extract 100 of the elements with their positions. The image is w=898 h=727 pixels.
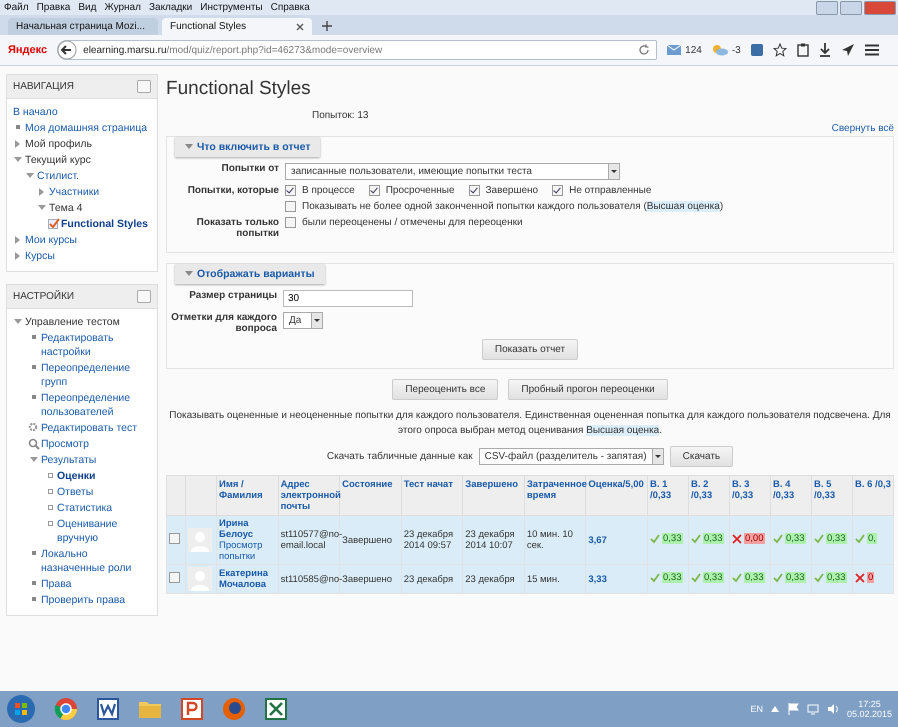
answer-score-link[interactable]: 0, [867,533,877,544]
mail-icon[interactable] [667,45,682,55]
marks-dropdown[interactable]: Да [283,312,323,329]
column-header[interactable]: Завершено [462,476,524,516]
nav-link[interactable]: Просмотр [41,437,153,451]
nav-link[interactable]: Стилист. [37,169,153,183]
answer-score-link[interactable]: 0,00 [744,533,764,544]
browser-taskbar-icon[interactable] [222,697,246,721]
presentation-app-icon[interactable] [180,697,204,721]
column-header[interactable]: В. 1 /0,33 [648,476,688,516]
nav-link[interactable]: Оценивание вручную [57,517,153,545]
nav-link[interactable]: Ответы [57,485,153,499]
nav-link[interactable]: Моя домашняя страница [25,121,153,135]
answer-score-link[interactable]: 0,33 [703,533,724,544]
nav-link[interactable]: Права [41,577,153,591]
nav-link[interactable]: Редактировать тест [41,421,153,435]
menu-item[interactable]: Инструменты [200,2,263,13]
checkbox[interactable] [368,185,380,196]
restore-icon[interactable] [840,0,862,14]
nav-link[interactable]: Результаты [41,453,153,467]
weather-icon[interactable] [712,44,728,56]
attempts-dropdown[interactable]: записанные пользователи, имеющие попытки теста [285,163,620,180]
nav-link[interactable]: Переопределение групп [41,361,153,389]
star-icon[interactable] [772,43,787,57]
column-header[interactable]: Состояние [340,476,402,516]
answer-score-link[interactable]: 0,33 [826,533,846,544]
dock-icon[interactable] [137,290,151,303]
download-button[interactable]: Скачать [670,446,734,467]
menu-item[interactable]: Журнал [104,2,141,13]
row-checkbox[interactable] [169,572,180,583]
answer-score-link[interactable]: 0,33 [703,572,724,584]
column-header[interactable]: В. 3 /0,33 [730,476,770,516]
nav-link[interactable]: Локально назначенные роли [41,547,153,575]
checkbox[interactable] [468,185,480,196]
nav-link[interactable]: В начало [13,105,153,119]
menu-item[interactable]: Справка [270,2,310,13]
answer-score-link[interactable]: 0,33 [785,533,806,544]
nav-link[interactable]: Оценки [57,469,153,483]
browser-tab[interactable]: Начальная страница Mozi... [8,18,158,35]
column-header[interactable]: Тест начат [401,476,463,516]
column-header[interactable]: Имя / Фамилия [216,476,278,516]
nav-link[interactable]: Статистика [57,501,153,515]
row-checkbox[interactable] [169,533,180,544]
column-header[interactable]: В. 5 /0,33 [812,476,852,516]
menu-item[interactable]: Закладки [148,2,192,13]
answer-score-link[interactable]: 0,33 [826,572,846,584]
page-size-field[interactable]: 30 [283,290,413,307]
nav-item[interactable]: Мой профиль [25,137,153,151]
answer-score-link[interactable]: 0,33 [785,572,806,584]
browser-tab[interactable]: Functional Styles [162,18,312,35]
column-header[interactable]: В. 2 /0,33 [688,476,730,516]
grade-link[interactable]: 3,67 [588,534,607,546]
flag-icon[interactable] [786,703,799,715]
minimize-icon[interactable] [816,0,838,14]
show-report-button[interactable]: Показать отчет [482,339,578,360]
column-header[interactable]: Адрес электронной почты [278,476,340,516]
dock-icon[interactable] [137,80,151,93]
section-header[interactable]: Что включить в отчет [175,137,320,157]
menu-item[interactable]: Файл [4,2,29,13]
review-link[interactable]: Просмотр попытки [219,540,276,562]
start-button[interactable] [6,694,36,724]
column-header[interactable]: Затраченное время [524,476,586,516]
download-icon[interactable] [818,43,831,57]
volume-icon[interactable] [826,703,839,715]
grade-link[interactable]: 3,33 [588,574,607,584]
nav-link[interactable]: Участники [49,185,153,199]
user-name-link[interactable]: Ирина Белоус [219,518,276,540]
clipboard-icon[interactable] [796,43,809,57]
app-icon[interactable] [750,44,763,56]
checkbox[interactable] [285,185,296,196]
nav-link[interactable]: Functional Styles [61,217,153,231]
new-tab-icon[interactable] [322,21,332,31]
collapse-all-link[interactable]: Свернуть всё [832,123,894,134]
document-app-icon[interactable] [96,697,120,721]
close-icon[interactable] [296,22,304,30]
nav-link[interactable]: Проверить права [41,593,153,607]
nav-item[interactable]: Тема 4 [49,201,153,215]
column-header[interactable]: Оценка/5,00 [586,476,648,516]
checkbox[interactable] [552,185,564,196]
column-header[interactable]: В. 4 /0,33 [770,476,812,516]
menu-icon[interactable] [864,44,879,56]
nav-link[interactable]: Редактировать настройки [41,331,153,359]
nav-link[interactable]: Курсы [25,249,153,263]
answer-score-link[interactable]: 0,33 [662,533,682,544]
address-bar[interactable]: elearning.marsu.ru/mod/quiz/report.php?id=46273&mode=overview [57,40,658,60]
checkbox[interactable] [285,217,296,228]
nav-item[interactable]: Управление тестом [25,315,153,329]
browser-taskbar-icon[interactable] [54,697,78,721]
section-header[interactable]: Отображать варианты [175,264,325,284]
search-engine-label[interactable]: Яндекс [8,44,48,56]
nav-item[interactable]: Текущий курс [25,153,153,167]
send-icon[interactable] [840,43,855,57]
spreadsheet-app-icon[interactable] [264,697,288,721]
regrade-button[interactable]: Пробный прогон переоценки [508,379,668,400]
answer-score-link[interactable]: 0,33 [744,572,764,584]
tray-arrow-icon[interactable] [770,706,779,712]
format-dropdown[interactable]: CSV-файл (разделитель - запятая) [478,448,664,465]
menu-item[interactable]: Правка [36,2,70,13]
nav-link[interactable]: Мои курсы [25,233,153,247]
network-icon[interactable] [806,703,819,715]
